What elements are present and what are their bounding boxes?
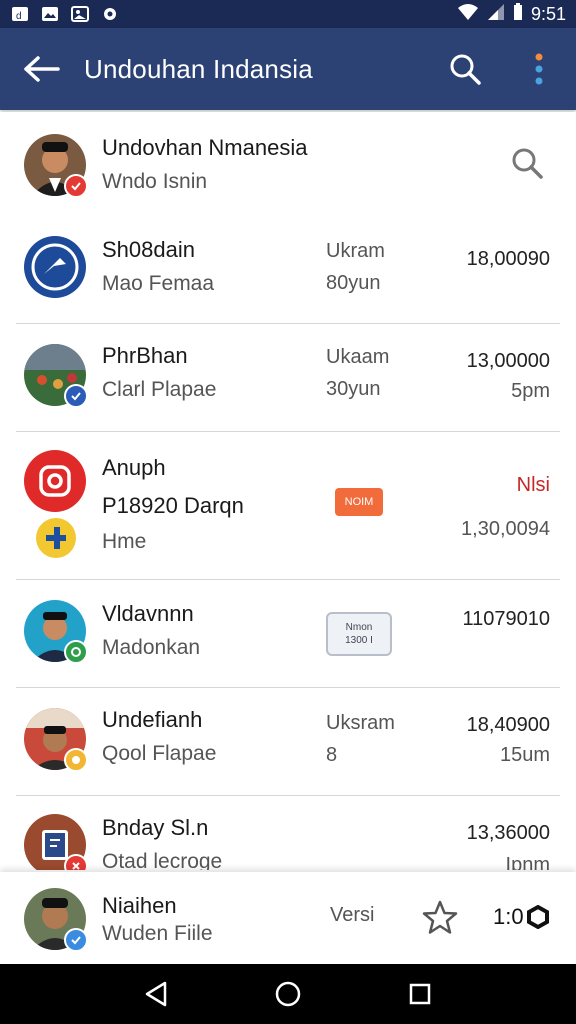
item-subtitle: Mao Femaa — [102, 272, 215, 295]
avatar — [24, 450, 86, 512]
item-amount: 18,00090 — [466, 248, 550, 270]
nav-recents-button[interactable] — [400, 974, 440, 1014]
bottom-subtitle: Wuden Fiile — [102, 922, 213, 945]
item-subtitle: Madonkan — [102, 636, 201, 659]
item-time: 5pm — [511, 380, 550, 402]
arrow-left-icon — [24, 56, 60, 82]
clock: 9:51 — [530, 3, 566, 24]
item-subtitle: Hme — [102, 530, 147, 553]
app-bar: Undouhan Indansia — [0, 28, 576, 110]
app-logo-icon — [36, 518, 76, 558]
notification-app-icon: d — [10, 5, 30, 23]
item-title: Bnday Sl.n — [102, 815, 209, 840]
item-title: Sh08dain — [102, 237, 195, 262]
verified-badge-icon — [64, 384, 88, 408]
transaction-list: Sh08dain Mao Femaa Ukram 80yun 18,00090 … — [0, 220, 576, 870]
item-subtitle: Qool Flapae — [102, 742, 217, 765]
profile-subtitle: Wndo Isnin — [102, 170, 208, 193]
item-duration: 80yun — [326, 272, 381, 294]
back-button[interactable] — [0, 28, 84, 110]
star-icon — [422, 900, 458, 934]
online-badge-icon — [64, 640, 88, 664]
home-circle-icon — [275, 981, 301, 1007]
item-amount: 13,00000 — [466, 350, 550, 372]
gallery-icon — [70, 5, 90, 23]
item-subtitle: Clarl Plapae — [102, 378, 217, 401]
item-amount: 18,40900 — [466, 714, 550, 736]
signal-icon — [487, 3, 505, 26]
count-display: 1:0 — [493, 904, 550, 930]
more-vert-icon — [535, 53, 543, 85]
avatar — [24, 708, 88, 772]
verified-badge-icon — [64, 174, 88, 198]
profile-header[interactable]: Undovhan Nmanesia Wndo Isnin — [0, 112, 576, 220]
list-item[interactable]: Undefianh Qool Flapae Uksram 8 18,40900 … — [0, 688, 576, 796]
page-title: Undouhan Indansia — [84, 53, 313, 84]
chip-line-2: 1300 I — [345, 635, 373, 646]
item-title: Vldavnnn — [102, 601, 194, 626]
badge-icon — [64, 748, 88, 772]
back-triangle-icon — [145, 981, 167, 1007]
item-amount: 13,36000 — [466, 822, 550, 844]
item-label: Uksram — [326, 712, 395, 734]
item-amount: 11079010 — [462, 608, 551, 630]
search-icon — [512, 148, 543, 179]
search-icon — [450, 54, 481, 85]
search-button[interactable] — [428, 28, 502, 110]
bottom-player-card[interactable]: Niaihen Wuden Fiile Versi 1:0 — [0, 872, 576, 964]
item-time: 15um — [499, 744, 550, 766]
svg-text:d: d — [16, 11, 22, 22]
item-duration: 8 — [326, 744, 338, 766]
verified-badge-icon — [64, 928, 88, 952]
image-icon — [40, 5, 60, 23]
bottom-title: Niaihen — [102, 893, 177, 918]
list-item[interactable]: Anuph P18920 Darqn Hme NOIM Nlsi 1,30,00… — [0, 432, 576, 580]
item-duration: 30yun — [326, 378, 381, 400]
card-chip: Nmon 1300 I — [326, 612, 392, 656]
overflow-menu-button[interactable] — [502, 28, 576, 110]
item-title: PhrBhan — [102, 343, 188, 368]
favorite-button[interactable] — [420, 898, 460, 938]
count-value: 1:0 — [493, 904, 524, 929]
profile-name: Undovhan Nmanesia — [102, 135, 308, 160]
settings-icon — [100, 5, 120, 23]
version-label: Versi — [330, 904, 375, 926]
status-bar: d 9:51 — [0, 0, 576, 28]
hexagon-icon — [526, 905, 549, 929]
item-title: Undefianh — [102, 707, 203, 732]
item-time: Ipnm — [505, 854, 550, 870]
item-subtitle: Otad lecroge — [102, 850, 223, 870]
list-item[interactable]: Bnday Sl.n Otad lecroge 13,36000 Ipnm — [0, 796, 576, 870]
avatar — [24, 888, 88, 952]
item-status: Nlsi — [516, 474, 550, 496]
list-item[interactable]: Vldavnnn Madonkan Nmon 1300 I 11079010 — [0, 580, 576, 688]
item-label: Ukram — [326, 240, 385, 262]
avatar — [24, 134, 88, 198]
recents-square-icon — [409, 983, 431, 1005]
item-reference: P18920 Darqn — [102, 493, 244, 518]
screen: d 9:51 Undouhan Indansia Undovhan Nmanes… — [0, 0, 576, 1024]
nav-back-button[interactable] — [136, 974, 176, 1014]
header-search-button[interactable] — [510, 146, 544, 185]
avatar — [24, 600, 88, 664]
avatar — [24, 344, 88, 408]
list-item[interactable]: PhrBhan Clarl Plapae Ukaam 30yun 13,0000… — [0, 324, 576, 432]
item-label: Ukaam — [326, 346, 390, 368]
list-item[interactable]: Sh08dain Mao Femaa Ukram 80yun 18,00090 — [0, 220, 576, 324]
system-nav-bar — [0, 964, 576, 1024]
item-amount: 1,30,0094 — [461, 518, 550, 540]
item-title: Anuph — [102, 455, 166, 480]
nav-home-button[interactable] — [268, 974, 308, 1014]
avatar — [24, 236, 86, 298]
chip-line-1: Nmon — [345, 622, 373, 633]
wifi-icon — [457, 3, 479, 26]
avatar — [24, 814, 88, 870]
status-badge: NOIM — [335, 488, 383, 516]
battery-icon — [513, 2, 523, 26]
